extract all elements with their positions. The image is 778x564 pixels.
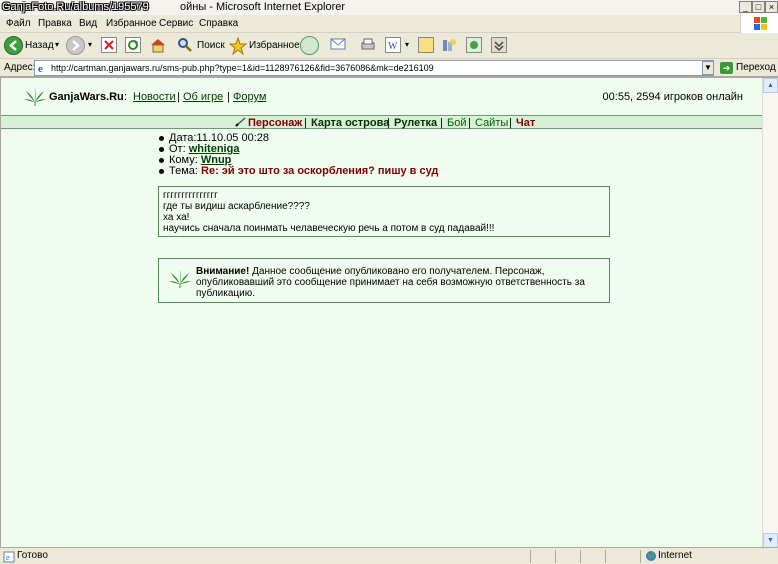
search-button-label[interactable]: Поиск — [197, 40, 225, 51]
go-button-label: Переход — [736, 62, 776, 73]
menu-help[interactable]: Справка — [199, 18, 238, 29]
edit-word-icon[interactable]: W — [385, 37, 401, 53]
notice-title: Внимание! — [196, 266, 250, 277]
address-url: http://cartman.ganjawars.ru/sms-pub.php?… — [51, 63, 434, 73]
stop-icon[interactable] — [101, 37, 117, 53]
menu-file[interactable]: Файл — [6, 18, 31, 29]
nav-separator: | — [440, 117, 443, 129]
go-button[interactable]: ➔ Переход — [718, 60, 776, 76]
nav-chat[interactable]: Чат — [516, 117, 535, 129]
print-icon[interactable] — [360, 37, 376, 53]
link-separator: | — [177, 91, 180, 103]
nav-battle[interactable]: Бой — [447, 117, 466, 129]
refresh-icon[interactable] — [125, 37, 141, 53]
notice-text: Внимание! Данное сообщение опубликовано … — [196, 266, 606, 299]
back-arrow-icon[interactable] — [4, 36, 23, 55]
address-input[interactable]: e http://cartman.ganjawars.ru/sms-pub.ph… — [34, 60, 714, 76]
nav-separator: | — [304, 117, 307, 129]
security-zone-label: Internet — [658, 550, 692, 561]
menu-tools[interactable]: Сервис — [159, 18, 193, 29]
forward-dropdown-icon[interactable]: ▾ — [88, 40, 92, 49]
nav-separator: | — [387, 117, 390, 129]
nav-island-map[interactable]: Карта острова — [311, 117, 389, 129]
svg-text:e: e — [6, 553, 10, 562]
cannabis-leaf-icon — [169, 268, 191, 291]
mail-icon[interactable] — [330, 37, 346, 53]
menu-bar: Файл Правка Вид Избранное Сервис Справка — [0, 15, 778, 33]
svg-text:W: W — [388, 41, 398, 52]
about-game-link[interactable]: Об игре — [183, 91, 223, 103]
status-text: Готово — [17, 550, 48, 561]
menu-favorites[interactable]: Избранное — [106, 18, 157, 29]
scroll-down-icon[interactable]: ▼ — [763, 533, 778, 548]
windows-logo-icon — [740, 14, 778, 34]
messenger-icon[interactable] — [466, 37, 482, 53]
notice-body: Данное сообщение опубликовано его получа… — [196, 266, 585, 299]
svg-text:e: e — [38, 63, 43, 74]
menu-edit[interactable]: Правка — [38, 18, 72, 29]
nav-roulette[interactable]: Рулетка — [394, 117, 437, 129]
menu-view[interactable]: Вид — [79, 18, 97, 29]
watermark: GanjaFoto.Ru/albums/195579 — [2, 1, 149, 13]
title-bar: GanjaFoto.Ru/albums/195579 ойны - Micros… — [0, 0, 778, 15]
ie-page-icon: e — [37, 62, 49, 75]
pencil-icon — [235, 117, 247, 130]
site-header: GanjaWars.Ru : Новости | Об игре | Форум… — [1, 78, 761, 114]
back-dropdown-icon[interactable]: ▾ — [55, 40, 59, 49]
scroll-up-icon[interactable]: ▲ — [763, 78, 778, 93]
status-panel — [555, 550, 556, 563]
message-body: ггггггггггггггг где ты видиш аскарбление… — [158, 186, 610, 237]
status-panel — [530, 550, 531, 563]
link-separator: | — [227, 91, 230, 103]
forum-link[interactable]: Форум — [233, 91, 266, 103]
news-link[interactable]: Новости — [133, 91, 176, 103]
research-icon[interactable] — [441, 37, 457, 53]
status-panel — [605, 550, 606, 563]
maximize-button[interactable]: □ — [752, 1, 765, 13]
publication-notice: Внимание! Данное сообщение опубликовано … — [158, 258, 610, 303]
message-line: научись сначала поинмать челавеческую ре… — [163, 223, 495, 234]
address-dropdown-icon[interactable]: ▼ — [702, 61, 714, 75]
home-icon[interactable] — [149, 37, 165, 53]
message-line: где ты видиш аскарбление???? — [163, 201, 310, 212]
page-viewport: GanjaWars.Ru : Новости | Об игре | Форум… — [0, 77, 778, 548]
site-name[interactable]: GanjaWars.Ru — [49, 91, 124, 103]
edit-dropdown-icon[interactable]: ▾ — [405, 40, 409, 49]
nav-separator: | — [509, 117, 512, 129]
site-name-separator: : — [124, 91, 128, 103]
window-title: ойны - Microsoft Internet Explorer — [180, 1, 346, 13]
message-meta: Дата:11.10.05 00:28 От: whiteniga Кому: … — [159, 133, 438, 177]
favorites-star-icon[interactable] — [228, 36, 248, 56]
cannabis-leaf-icon — [24, 86, 46, 109]
forward-arrow-icon[interactable] — [66, 36, 85, 55]
favorites-button-label[interactable]: Избранное — [249, 40, 300, 51]
discuss-icon[interactable] — [418, 37, 434, 53]
search-icon[interactable] — [177, 37, 193, 53]
toolbar: Назад ▾ ▾ Поиск Избранное W ▾ — [0, 33, 778, 59]
history-icon[interactable] — [300, 36, 319, 55]
tools-icon[interactable] — [491, 37, 507, 53]
online-status: 00:55, 2594 игроков онлайн — [602, 91, 743, 103]
nav-separator: | — [468, 117, 471, 129]
address-label: Адрес: — [4, 62, 36, 73]
back-button-label[interactable]: Назад — [25, 40, 54, 51]
minimize-button[interactable]: _ — [739, 1, 752, 13]
subject-label: Тема: — [169, 165, 198, 177]
internet-zone-icon — [645, 550, 657, 564]
message-subject: Тема: Re: эй это што за оскорбления? пиш… — [159, 166, 438, 177]
subject-value: Re: эй это што за оскорбления? пишу в су… — [201, 165, 439, 177]
message-line: ггггггггггггггг — [163, 190, 218, 201]
status-panel — [580, 550, 581, 563]
main-nav: Персонаж | Карта острова | Рулетка | Бой… — [1, 115, 762, 129]
nav-character[interactable]: Персонаж — [248, 117, 302, 129]
message-line: ха ха! — [163, 212, 190, 223]
vertical-scrollbar[interactable]: ▲ ▼ — [762, 78, 778, 548]
close-button[interactable]: × — [765, 1, 778, 13]
page-status-icon: e — [3, 551, 15, 564]
address-bar: Адрес: e http://cartman.ganjawars.ru/sms… — [0, 59, 778, 77]
status-panel — [640, 550, 641, 563]
go-arrow-icon: ➔ — [720, 62, 733, 74]
status-bar: e Готово Internet — [0, 547, 778, 564]
nav-sites[interactable]: Сайты — [475, 117, 508, 129]
